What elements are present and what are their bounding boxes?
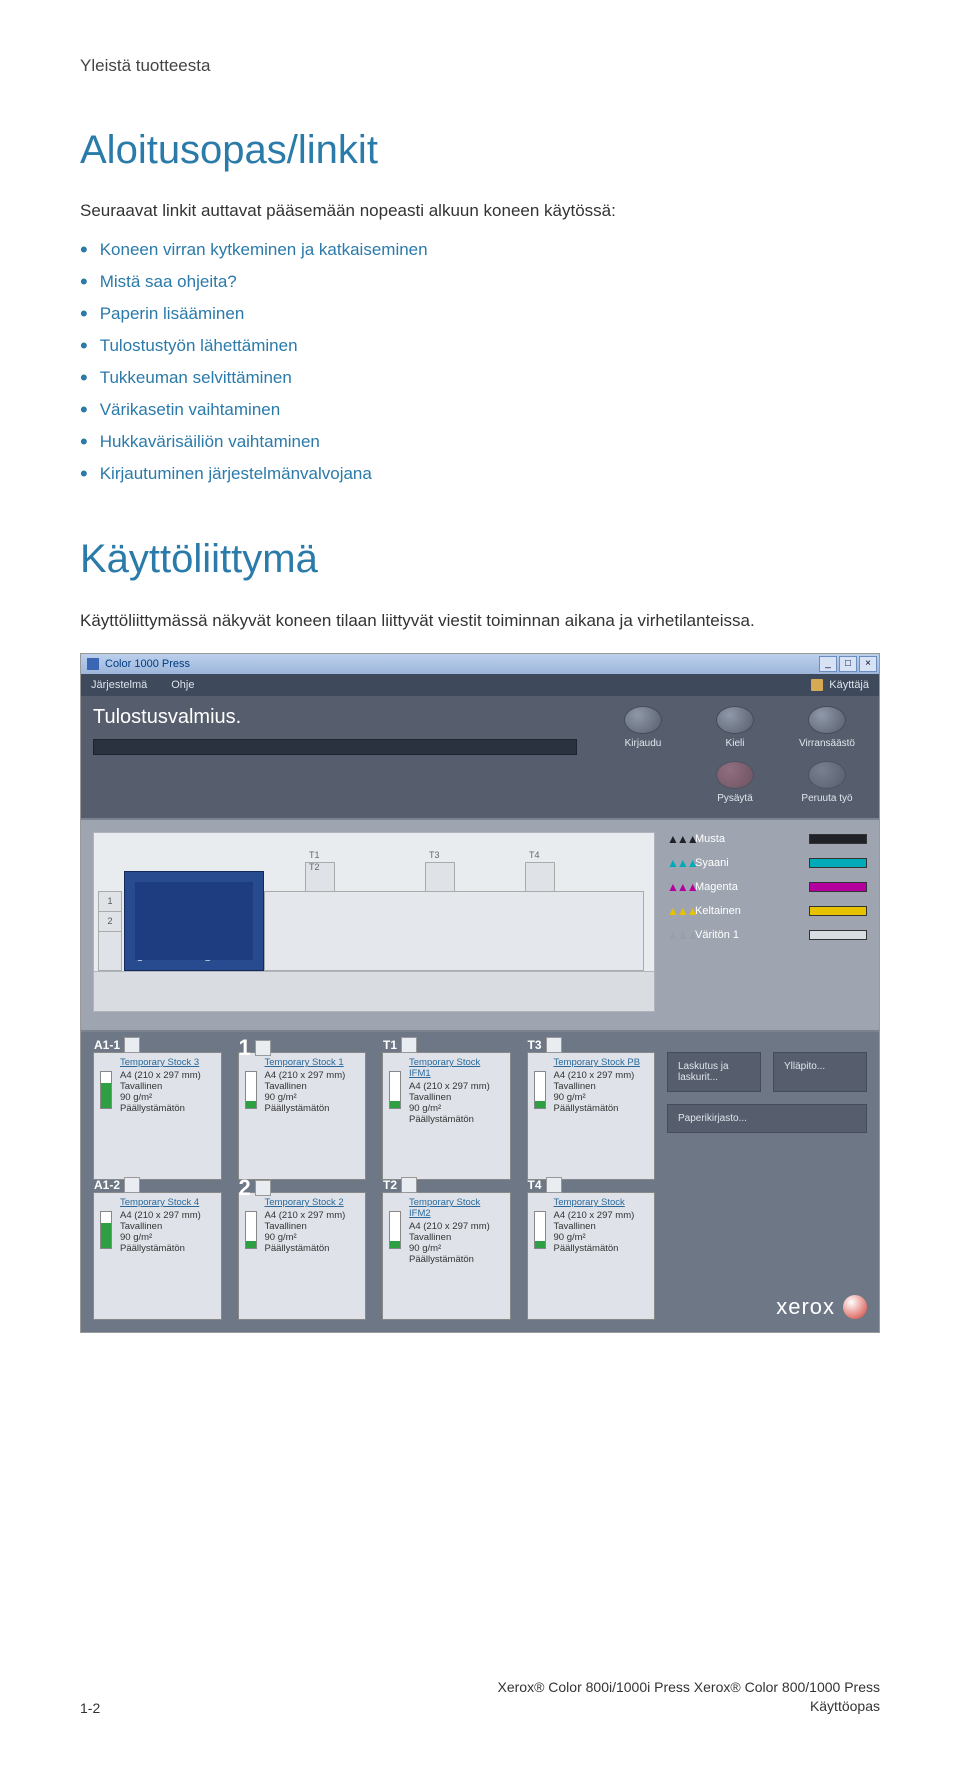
lower-zone: A1-1Temporary Stock 3A4 (210 x 297 mm)Ta…: [81, 1032, 879, 1332]
page-number: 1-2: [80, 1700, 100, 1716]
stock-link[interactable]: Temporary Stock 2: [265, 1197, 360, 1208]
feeder-slot: 1: [99, 892, 121, 912]
section-title-2: Käyttöliittymä: [80, 537, 880, 582]
help-link[interactable]: Koneen virran kytkeminen ja katkaisemine…: [100, 240, 428, 260]
close-button[interactable]: ×: [859, 656, 877, 672]
menu-user[interactable]: Käyttäjä: [829, 679, 869, 691]
app-title: Color 1000 Press: [105, 658, 190, 670]
stock-link[interactable]: Temporary Stock 1: [265, 1057, 360, 1068]
maintenance-button[interactable]: Ylläpito...: [773, 1052, 867, 1092]
tower-label: T3: [429, 850, 440, 860]
tray-card[interactable]: T3Temporary Stock PBA4 (210 x 297 mm)Tav…: [527, 1052, 656, 1180]
xerox-logo: xerox: [776, 1294, 867, 1320]
tray-card[interactable]: T4Temporary StockA4 (210 x 297 mm)Tavall…: [527, 1192, 656, 1320]
links-list: Koneen virran kytkeminen ja katkaisemine…: [80, 239, 880, 485]
menu-bar: Järjestelmä Ohje Käyttäjä: [81, 674, 879, 696]
status-text: Tulostusvalmius.: [93, 706, 577, 729]
tray-card[interactable]: A1-2Temporary Stock 4A4 (210 x 297 mm)Ta…: [93, 1192, 222, 1320]
status-area: Tulostusvalmius. Kirjaudu Kieli Virransääs…: [81, 696, 879, 818]
machine-zone: 1 2 12 T1 T2 T3 T4 ▲▲▲Musta▲▲▲Syaani▲▲▲M…: [81, 818, 879, 1032]
soft-button[interactable]: Kirjaudu: [603, 706, 683, 749]
stock-link[interactable]: Temporary Stock 3: [120, 1057, 215, 1068]
help-link[interactable]: Kirjautuminen järjestelmänvalvojana: [100, 464, 372, 484]
menu-system[interactable]: Järjestelmä: [91, 679, 147, 691]
app-icon: [87, 658, 99, 670]
menu-help[interactable]: Ohje: [171, 679, 194, 691]
billing-button[interactable]: Laskutus ja laskurit...: [667, 1052, 761, 1092]
toner-row: ▲▲▲Musta: [667, 832, 867, 846]
toner-row: ▲▲▲Väritön 1: [667, 928, 867, 942]
user-icon: [811, 679, 823, 691]
feeder-slot: 2: [99, 912, 121, 932]
section-intro: Seuraavat linkit auttavat pääsemään nope…: [80, 201, 880, 221]
progress-bar: [93, 739, 577, 755]
help-link[interactable]: Mistä saa ohjeita?: [100, 272, 237, 292]
tower-label: T2: [309, 862, 320, 872]
maximize-button[interactable]: □: [839, 656, 857, 672]
machine-diagram: 1 2 12 T1 T2 T3 T4: [93, 832, 655, 1012]
soft-button[interactable]: Pysäytä: [695, 761, 775, 804]
help-link[interactable]: Paperin lisääminen: [100, 304, 245, 324]
stock-link[interactable]: Temporary Stock 4: [120, 1197, 215, 1208]
tower-label: T4: [529, 850, 540, 860]
page-footer: 1-2 Xerox® Color 800i/1000i Press Xerox®…: [80, 1678, 880, 1716]
page-header: Yleistä tuotteesta: [80, 56, 880, 76]
stock-link[interactable]: Temporary Stock: [554, 1197, 649, 1208]
tray-card[interactable]: T2Temporary Stock IFM2A4 (210 x 297 mm)T…: [382, 1192, 511, 1320]
tray-card[interactable]: 2Temporary Stock 2A4 (210 x 297 mm)Taval…: [238, 1192, 367, 1320]
doc-name: Käyttöopas: [810, 1698, 880, 1714]
stock-link[interactable]: Temporary Stock IFM2: [409, 1197, 504, 1219]
product-name: Xerox® Color 800i/1000i Press Xerox® Col…: [498, 1679, 881, 1695]
soft-button[interactable]: Kieli: [695, 706, 775, 749]
paper-library-button[interactable]: Paperikirjasto...: [667, 1104, 867, 1133]
tray-card[interactable]: A1-1Temporary Stock 3A4 (210 x 297 mm)Ta…: [93, 1052, 222, 1180]
section-body: Käyttöliittymässä näkyvät koneen tilaan …: [80, 610, 880, 633]
help-link[interactable]: Värikasetin vaihtaminen: [100, 400, 280, 420]
title-bar: Color 1000 Press _ □ ×: [81, 654, 879, 674]
toner-row: ▲▲▲Keltainen: [667, 904, 867, 918]
stock-link[interactable]: Temporary Stock IFM1: [409, 1057, 504, 1079]
section-title-1: Aloitusopas/linkit: [80, 128, 880, 173]
minimize-button[interactable]: _: [819, 656, 837, 672]
help-link[interactable]: Tulostustyön lähettäminen: [100, 336, 298, 356]
soft-button[interactable]: Peruuta työ: [787, 761, 867, 804]
toner-row: ▲▲▲Syaani: [667, 856, 867, 870]
help-link[interactable]: Hukkavärisäiliön vaihtaminen: [100, 432, 320, 452]
tray-card[interactable]: 1Temporary Stock 1A4 (210 x 297 mm)Taval…: [238, 1052, 367, 1180]
printer-ui-panel: Color 1000 Press _ □ × Järjestelmä Ohje …: [80, 653, 880, 1333]
tray-card[interactable]: T1Temporary Stock IFM1A4 (210 x 297 mm)T…: [382, 1052, 511, 1180]
tray-grid: A1-1Temporary Stock 3A4 (210 x 297 mm)Ta…: [93, 1052, 655, 1320]
stock-link[interactable]: Temporary Stock PB: [554, 1057, 649, 1068]
toner-panel: ▲▲▲Musta ▲▲▲Syaani ▲▲▲Magenta ▲▲▲Keltainen ▲…: [667, 832, 867, 1012]
xerox-ball-icon: [843, 1295, 867, 1319]
help-link[interactable]: Tukkeuman selvittäminen: [100, 368, 292, 388]
soft-button[interactable]: Virransäästö: [787, 706, 867, 749]
tower-label: T1: [309, 850, 320, 860]
toner-row: ▲▲▲Magenta: [667, 880, 867, 894]
